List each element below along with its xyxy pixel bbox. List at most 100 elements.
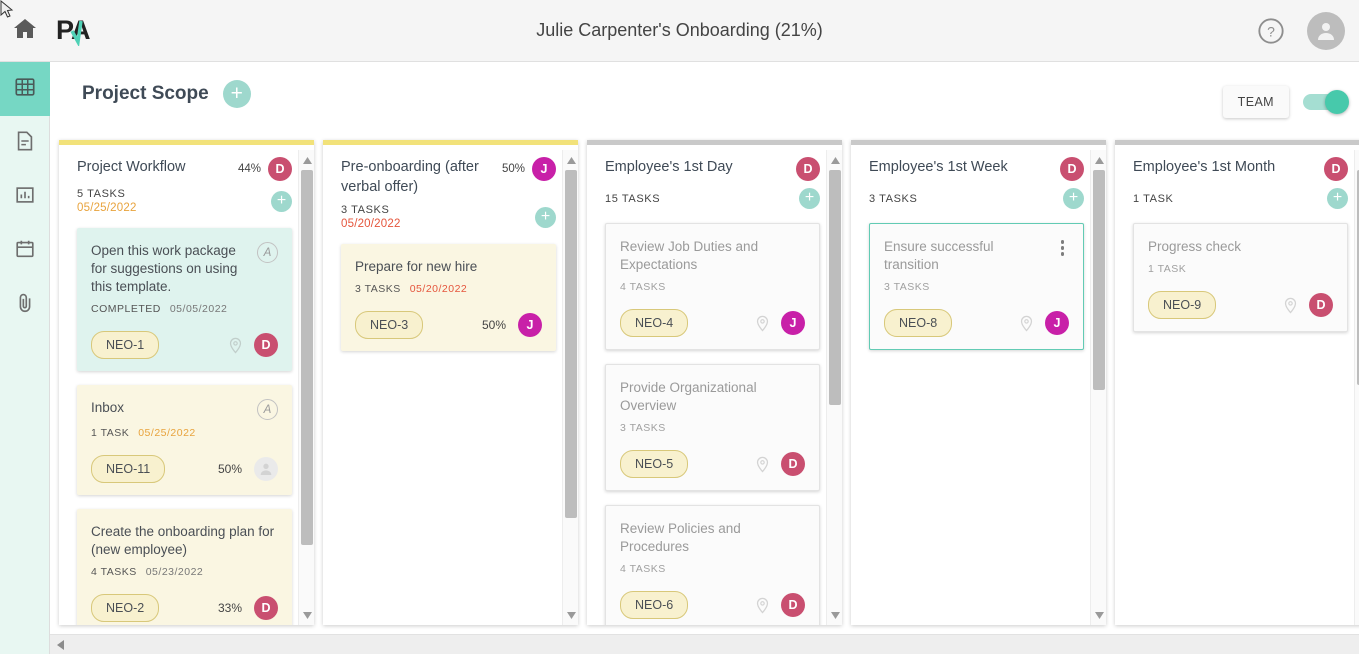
kanban-card[interactable]: Provide Organizational Overview 3 TASKS NE… bbox=[605, 364, 820, 491]
card-id-badge[interactable]: NEO-6 bbox=[620, 591, 689, 619]
kanban-card[interactable]: Review Job Duties and Expectations 4 TASK… bbox=[605, 223, 820, 350]
scroll-up-arrow[interactable] bbox=[299, 152, 314, 168]
column-title[interactable]: Project Workflow bbox=[77, 157, 186, 177]
user-avatar-icon[interactable] bbox=[1307, 12, 1345, 50]
card-assignee-avatar[interactable]: D bbox=[781, 452, 805, 476]
card-id-badge[interactable]: NEO-4 bbox=[620, 309, 689, 337]
column-owner-avatar[interactable]: D bbox=[1324, 157, 1348, 181]
card-id-badge[interactable]: NEO-3 bbox=[355, 311, 424, 339]
sidebar-item-calendar[interactable] bbox=[0, 224, 50, 278]
main-content: Project Scope + TEAM Project Workflow 44%… bbox=[50, 62, 1359, 654]
scroll-up-arrow[interactable] bbox=[1355, 152, 1359, 168]
kanban-column: Employee's 1st Week D 3 TASKS + Ensure succe… bbox=[851, 140, 1106, 625]
scroll-down-arrow[interactable] bbox=[1355, 607, 1359, 623]
column-task-count: 5 TASKS bbox=[77, 188, 126, 200]
team-toggle[interactable] bbox=[1303, 90, 1349, 114]
location-pin-icon[interactable] bbox=[754, 596, 771, 615]
add-column-button[interactable]: + bbox=[222, 80, 251, 108]
column-owner-avatar[interactable]: D bbox=[1060, 157, 1084, 181]
add-card-button[interactable]: + bbox=[1063, 188, 1084, 209]
approval-badge[interactable]: A bbox=[257, 399, 278, 420]
scroll-left-arrow[interactable] bbox=[53, 637, 69, 653]
column-header: Employee's 1st Day D bbox=[605, 157, 820, 181]
card-assignee-avatar[interactable]: D bbox=[781, 593, 805, 617]
scroll-up-arrow[interactable] bbox=[563, 152, 578, 168]
column-scrollbar[interactable] bbox=[562, 150, 578, 625]
column-title[interactable]: Employee's 1st Week bbox=[869, 157, 1008, 177]
add-card-button[interactable]: + bbox=[535, 206, 556, 228]
column-owner-avatar[interactable]: D bbox=[796, 157, 820, 181]
scroll-up-arrow[interactable] bbox=[1091, 152, 1106, 168]
kanban-card[interactable]: Prepare for new hire 3 TASKS 05/20/2022 NEO… bbox=[341, 244, 556, 351]
add-card-button[interactable]: + bbox=[799, 188, 820, 209]
add-card-button[interactable]: + bbox=[271, 190, 292, 212]
scroll-down-arrow[interactable] bbox=[1091, 607, 1106, 623]
location-pin-icon[interactable] bbox=[754, 455, 771, 474]
card-id-badge[interactable]: NEO-5 bbox=[620, 450, 689, 478]
card-assignee-avatar[interactable]: D bbox=[1309, 293, 1333, 317]
card-footer-right: J bbox=[754, 311, 805, 335]
location-pin-icon[interactable] bbox=[754, 314, 771, 333]
card-assignee-avatar[interactable]: J bbox=[1045, 311, 1069, 335]
card-menu-icon[interactable] bbox=[1056, 238, 1070, 258]
card-meta: 4 TASKS 05/23/2022 bbox=[91, 566, 278, 578]
scroll-up-arrow[interactable] bbox=[827, 152, 842, 168]
sidebar-item-attachments[interactable] bbox=[0, 278, 50, 332]
column-scrollbar[interactable] bbox=[1354, 150, 1359, 625]
scroll-down-arrow[interactable] bbox=[563, 607, 578, 623]
sidebar-item-documents[interactable] bbox=[0, 116, 50, 170]
column-title[interactable]: Employee's 1st Day bbox=[605, 157, 733, 177]
add-card-button[interactable]: + bbox=[1327, 188, 1348, 209]
card-id-badge[interactable]: NEO-11 bbox=[91, 455, 166, 483]
app-logo[interactable]: PA bbox=[56, 11, 108, 51]
card-header: Progress check bbox=[1148, 238, 1333, 256]
scrollbar-thumb[interactable] bbox=[565, 170, 577, 518]
kanban-card[interactable]: Inbox A 1 TASK 05/25/2022 NEO-11 50% bbox=[77, 385, 292, 495]
location-pin-icon[interactable] bbox=[1018, 314, 1035, 333]
kanban-card[interactable]: Review Policies and Procedures 4 TASKS NEO… bbox=[605, 505, 820, 625]
card-id-badge[interactable]: NEO-2 bbox=[91, 594, 160, 622]
column-owner-avatar[interactable]: D bbox=[268, 157, 292, 181]
card-id-badge[interactable]: NEO-8 bbox=[884, 309, 953, 337]
location-pin-icon[interactable] bbox=[227, 336, 244, 355]
card-footer: NEO-6 D bbox=[620, 591, 805, 619]
kanban-card[interactable]: Create the onboarding plan for (new empl… bbox=[77, 509, 292, 625]
card-footer-right: D bbox=[754, 452, 805, 476]
scrollbar-thumb[interactable] bbox=[829, 170, 841, 405]
column-task-count: 3 TASKS bbox=[341, 204, 390, 216]
card-meta: 1 TASK 05/25/2022 bbox=[91, 427, 278, 439]
card-footer: NEO-5 D bbox=[620, 450, 805, 478]
kanban-card[interactable]: Open this work package for suggestions o… bbox=[77, 228, 292, 371]
column-scrollbar[interactable] bbox=[1090, 150, 1106, 625]
card-assignee-avatar[interactable]: D bbox=[254, 333, 278, 357]
card-assignee-avatar[interactable]: J bbox=[518, 313, 542, 337]
team-button[interactable]: TEAM bbox=[1222, 86, 1289, 118]
card-id-badge[interactable]: NEO-9 bbox=[1148, 291, 1217, 319]
scroll-down-arrow[interactable] bbox=[827, 607, 842, 623]
kanban-card[interactable]: Progress check 1 TASK NEO-9 D bbox=[1133, 223, 1348, 332]
kanban-card[interactable]: Ensure successful transition 3 TASKS NEO-8… bbox=[869, 223, 1084, 350]
kanban-board: Project Workflow 44% D 5 TASKS 05/25/2022 + Op… bbox=[50, 140, 1359, 634]
column-title[interactable]: Employee's 1st Month bbox=[1133, 157, 1275, 177]
scroll-down-arrow[interactable] bbox=[299, 607, 314, 623]
card-assignee-avatar[interactable]: J bbox=[781, 311, 805, 335]
sidebar-item-board[interactable] bbox=[0, 62, 50, 116]
location-pin-icon[interactable] bbox=[1282, 296, 1299, 315]
column-body: Employee's 1st Week D 3 TASKS + Ensure succe… bbox=[851, 145, 1106, 625]
column-owner-avatar[interactable]: J bbox=[532, 157, 556, 181]
help-icon[interactable]: ? bbox=[1257, 17, 1285, 45]
sidebar-item-reports[interactable] bbox=[0, 170, 50, 224]
column-task-count: 15 TASKS bbox=[605, 192, 661, 205]
card-title: Review Job Duties and Expectations bbox=[620, 239, 759, 272]
board-horizontal-scrollbar[interactable] bbox=[50, 634, 1359, 654]
card-id-badge[interactable]: NEO-1 bbox=[91, 331, 160, 359]
card-assignee-avatar[interactable]: D bbox=[254, 596, 278, 620]
card-assignee-avatar[interactable] bbox=[254, 457, 278, 481]
column-scrollbar[interactable] bbox=[826, 150, 842, 625]
chart-icon bbox=[14, 184, 36, 211]
approval-badge[interactable]: A bbox=[257, 242, 278, 263]
column-title[interactable]: Pre-onboarding (after verbal offer) bbox=[341, 157, 501, 197]
scrollbar-thumb[interactable] bbox=[301, 170, 313, 545]
scrollbar-thumb[interactable] bbox=[1093, 170, 1105, 390]
column-scrollbar[interactable] bbox=[298, 150, 314, 625]
